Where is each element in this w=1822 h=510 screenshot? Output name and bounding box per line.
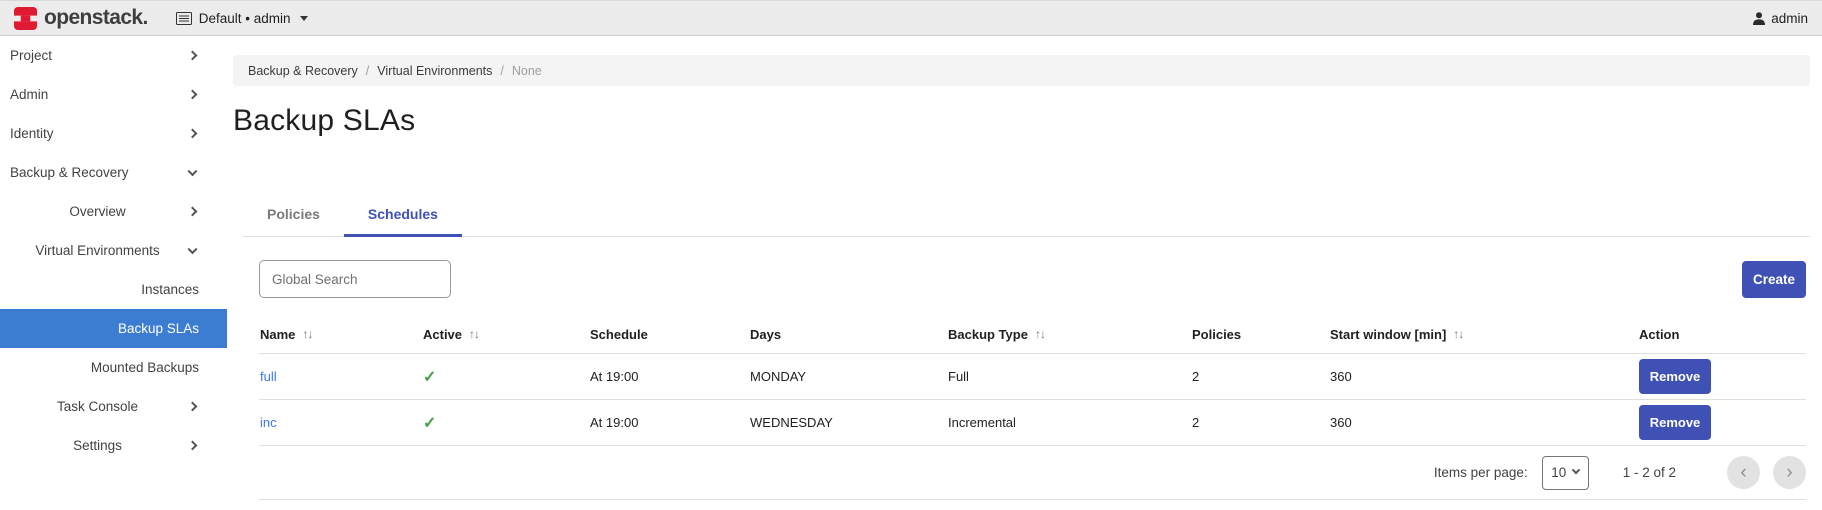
breadcrumb-separator: / [366, 64, 369, 78]
sidebar-item-settings[interactable]: Settings [0, 426, 227, 465]
page-title: Backup SLAs [233, 103, 1806, 139]
items-per-page-label: Items per page: [1434, 465, 1528, 480]
backup-type-cell: Full [948, 369, 1192, 384]
next-page-button[interactable]: › [1773, 456, 1806, 489]
column-header-start-window[interactable]: Start window [min] [1330, 327, 1639, 342]
breadcrumb: Backup & Recovery / Virtual Environments… [233, 55, 1810, 86]
brand-name: openstack. [44, 6, 148, 30]
table-row: inc At 19:00 WEDNESDAY Incremental 2 360… [259, 400, 1806, 446]
sidebar-item-virtual-environments[interactable]: Virtual Environments [0, 231, 227, 270]
start-window-cell: 360 [1330, 369, 1639, 384]
sidebar-item-instances[interactable]: Instances [0, 270, 227, 309]
chevron-down-icon [1572, 465, 1580, 473]
sidebar-item-backup-slas[interactable]: Backup SLAs [0, 309, 227, 348]
page-range-label: 1 - 2 of 2 [1623, 465, 1676, 480]
column-header-name[interactable]: Name [260, 327, 423, 342]
remove-button[interactable]: Remove [1639, 359, 1711, 394]
brand[interactable]: openstack. [14, 6, 148, 30]
sidebar-item-admin[interactable]: Admin [0, 75, 227, 114]
main-content: Backup & Recovery / Virtual Environments… [227, 36, 1822, 510]
schedule-cell: At 19:00 [590, 369, 750, 384]
caret-down-icon [300, 16, 308, 21]
breadcrumb-current: None [512, 64, 542, 78]
sort-arrows-icon [302, 327, 312, 341]
backup-type-cell: Incremental [948, 415, 1192, 430]
table-toolbar: Create [259, 259, 1806, 299]
sort-arrows-icon [1035, 327, 1045, 341]
page-size-value: 10 [1551, 465, 1566, 480]
column-header-policies: Policies [1192, 327, 1330, 342]
user-menu[interactable]: admin [1753, 11, 1808, 26]
sidebar-item-mounted-backups[interactable]: Mounted Backups [0, 348, 227, 387]
active-check-icon [423, 367, 590, 387]
page-size-select[interactable]: 10 [1542, 456, 1589, 490]
breadcrumb-backup-recovery[interactable]: Backup & Recovery [248, 64, 358, 78]
person-icon [1753, 12, 1765, 25]
sidebar-item-task-console[interactable]: Task Console [0, 387, 227, 426]
previous-page-button[interactable]: ‹ [1727, 456, 1760, 489]
user-name: admin [1771, 11, 1808, 26]
schedule-name-link[interactable]: inc [260, 415, 423, 430]
column-header-action: Action [1639, 327, 1806, 342]
search-input[interactable] [259, 260, 451, 298]
schedule-cell: At 19:00 [590, 415, 750, 430]
days-cell: WEDNESDAY [750, 415, 948, 430]
breadcrumb-separator: / [500, 64, 503, 78]
policies-cell: 2 [1192, 415, 1330, 430]
sort-arrows-icon [469, 327, 479, 341]
paginator: Items per page: 10 1 - 2 of 2 ‹ › [259, 446, 1806, 500]
sort-arrows-icon [1453, 327, 1463, 341]
remove-button[interactable]: Remove [1639, 405, 1711, 440]
table-header-row: Name Active Schedule Days Backup Type Po… [259, 315, 1806, 354]
sidebar-item-identity[interactable]: Identity [0, 114, 227, 153]
tab-policies[interactable]: Policies [243, 192, 344, 236]
sidebar-item-overview[interactable]: Overview [0, 192, 227, 231]
sidebar-item-backup-recovery[interactable]: Backup & Recovery [0, 153, 227, 192]
top-navbar: openstack. Default • admin admin [0, 0, 1822, 36]
policies-cell: 2 [1192, 369, 1330, 384]
sidebar-item-project[interactable]: Project [0, 36, 227, 75]
create-button[interactable]: Create [1742, 261, 1806, 298]
days-cell: MONDAY [750, 369, 948, 384]
breadcrumb-virtual-environments[interactable]: Virtual Environments [377, 64, 492, 78]
list-icon [176, 12, 192, 25]
active-check-icon [423, 413, 590, 433]
column-header-active[interactable]: Active [423, 327, 590, 342]
context-label: Default • admin [199, 11, 291, 26]
openstack-logo-icon [14, 7, 37, 30]
tab-bar: Policies Schedules [243, 192, 1810, 237]
domain-project-switcher[interactable]: Default • admin [176, 11, 308, 26]
sidebar-nav: Project Admin Identity Backup & Recovery… [0, 36, 227, 510]
table-row: full At 19:00 MONDAY Full 2 360 Remove [259, 354, 1806, 400]
start-window-cell: 360 [1330, 415, 1639, 430]
column-header-schedule: Schedule [590, 327, 750, 342]
tab-schedules[interactable]: Schedules [344, 192, 462, 236]
column-header-backup-type[interactable]: Backup Type [948, 327, 1192, 342]
schedule-name-link[interactable]: full [260, 369, 423, 384]
column-header-days: Days [750, 327, 948, 342]
